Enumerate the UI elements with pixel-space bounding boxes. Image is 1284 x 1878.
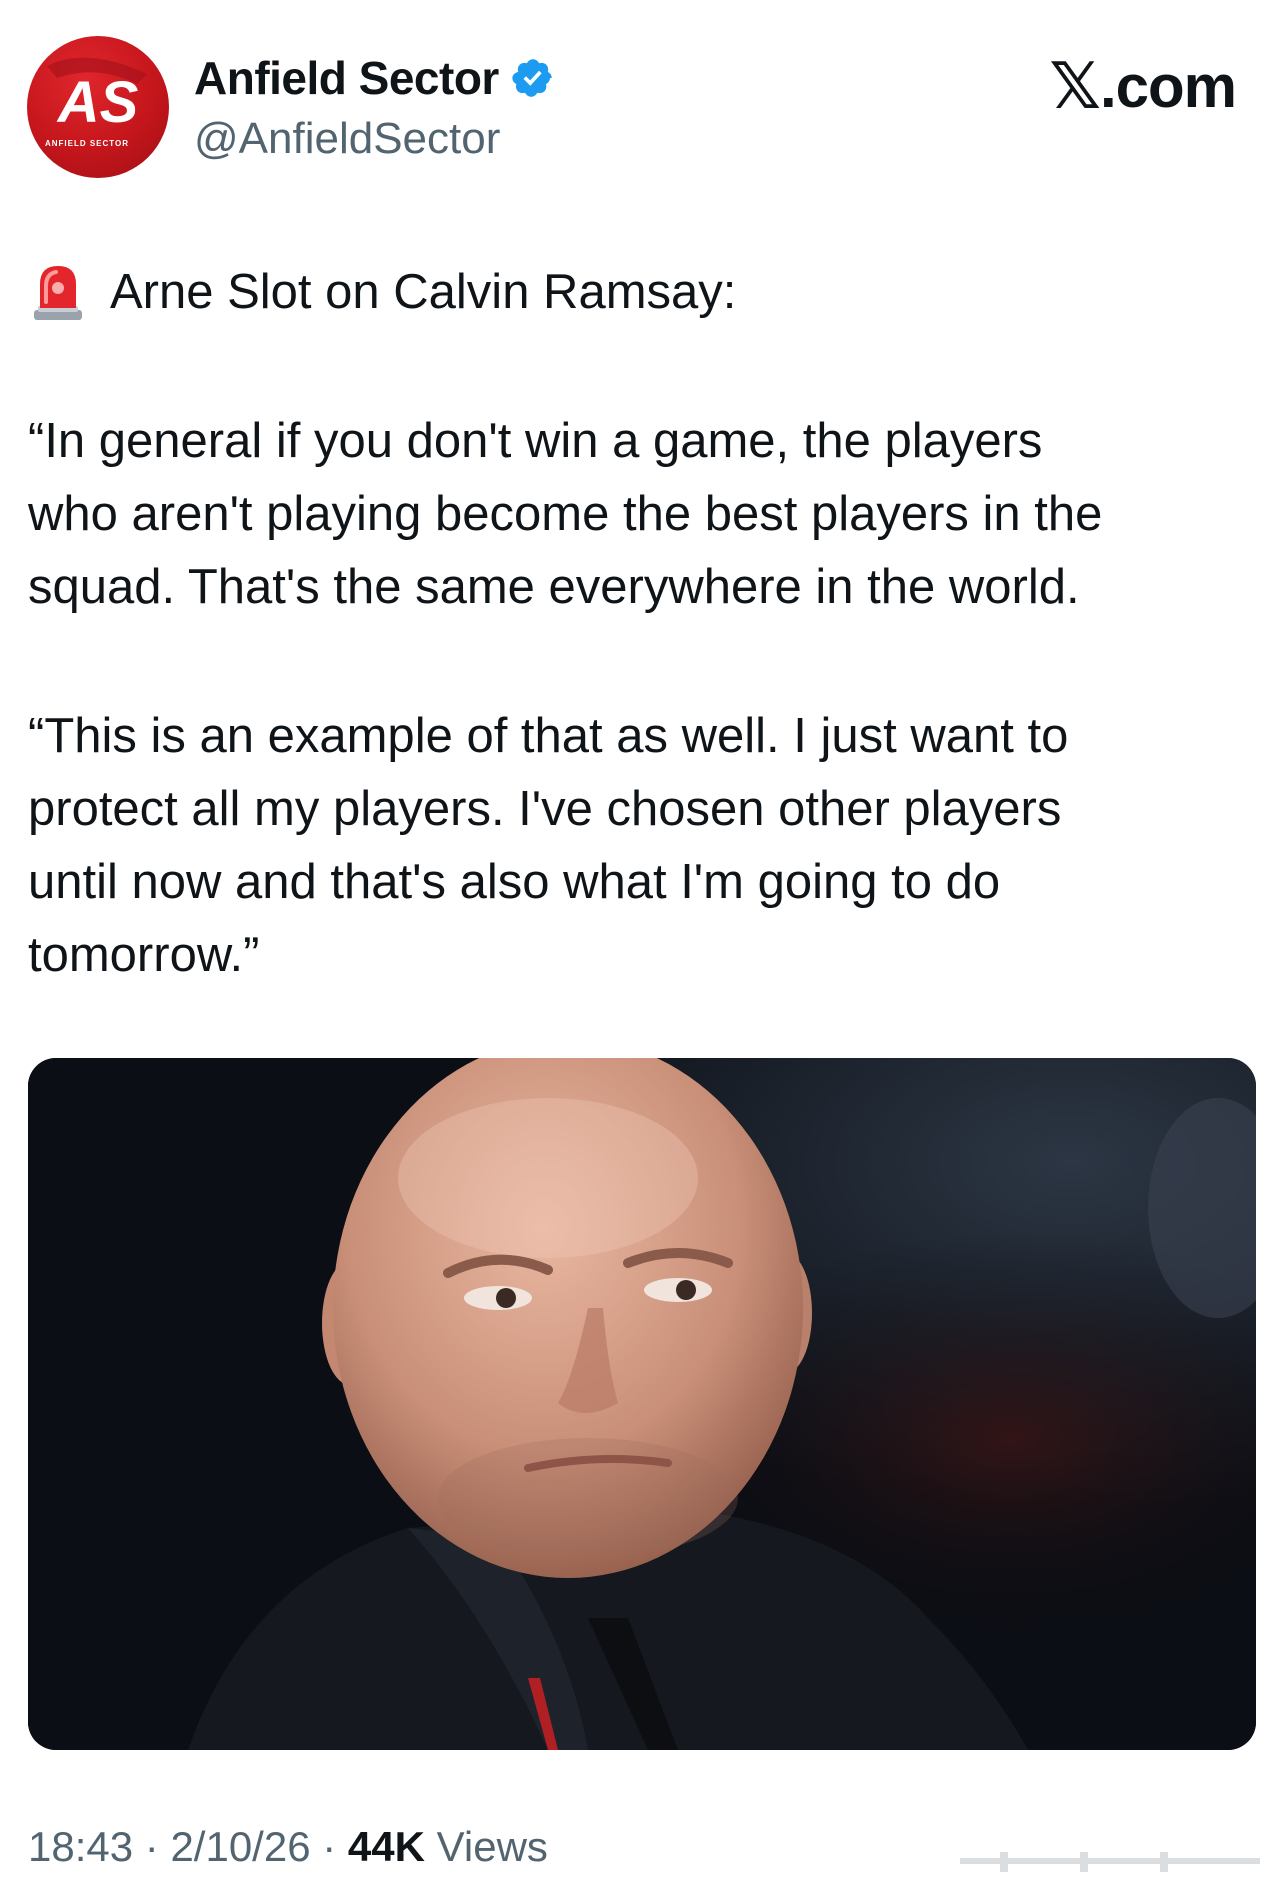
- avatar[interactable]: AS ANFIELD SECTOR: [27, 36, 169, 178]
- views-count: 44K: [347, 1823, 425, 1870]
- avatar-caption: ANFIELD SECTOR: [45, 139, 129, 148]
- author-name-row[interactable]: Anfield Sector: [194, 50, 555, 106]
- tweet-date[interactable]: 2/10/26: [170, 1822, 310, 1872]
- meta-separator-1: ·: [133, 1823, 171, 1870]
- headline-text: Arne Slot on Calvin Ramsay:: [110, 265, 737, 319]
- avatar-monogram: AS: [56, 70, 139, 135]
- tweet-paragraph-2: “This is an example of that as well. I j…: [28, 709, 1069, 982]
- tweet-paragraph-1: “In general if you don't win a game, the…: [28, 414, 1103, 614]
- watermark-decoration: [960, 1852, 1260, 1872]
- x-com-brand: 𝕏 .com: [1049, 50, 1237, 124]
- tweet-headline: Arne Slot on Calvin Ramsay:: [32, 262, 736, 322]
- views-label: Views: [424, 1823, 548, 1870]
- portrait-image: [28, 1058, 1256, 1750]
- x-logo-icon: 𝕏: [1049, 50, 1101, 124]
- display-name[interactable]: Anfield Sector: [194, 50, 499, 106]
- verified-badge-icon: [512, 59, 552, 97]
- tweet-meta: 18:43 · 2/10/26 · 44K Views: [28, 1822, 548, 1872]
- author-handle[interactable]: @AnfieldSector: [194, 112, 500, 166]
- brand-suffix: .com: [1099, 53, 1237, 120]
- anfield-sector-logo: AS ANFIELD SECTOR: [45, 57, 147, 148]
- tweet-time[interactable]: 18:43: [28, 1822, 133, 1872]
- tweet-photo[interactable]: [28, 1058, 1256, 1750]
- siren-icon: [34, 266, 82, 320]
- meta-separator-2: ·: [310, 1823, 348, 1870]
